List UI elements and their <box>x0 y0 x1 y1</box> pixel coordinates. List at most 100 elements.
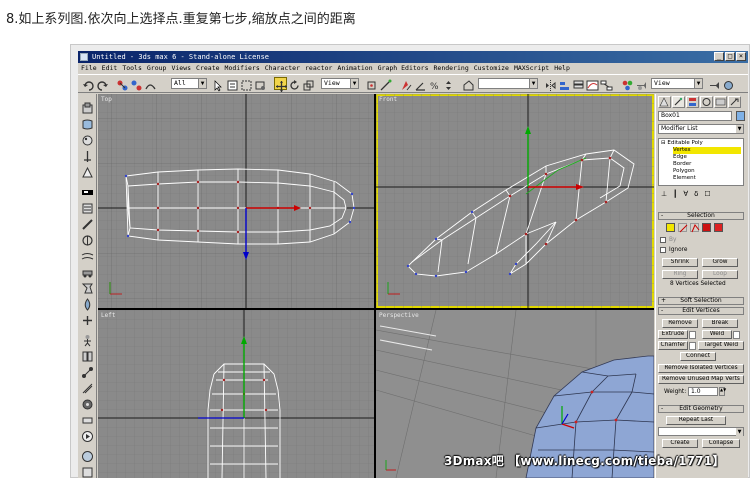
target-weld-button[interactable]: Target Weld <box>698 341 744 350</box>
toy-car-icon[interactable] <box>81 264 94 278</box>
display-tab-icon[interactable] <box>714 96 727 108</box>
snaps-toggle-icon[interactable] <box>400 77 413 91</box>
deforming-mesh-icon[interactable] <box>81 164 94 178</box>
spring-icon[interactable] <box>81 200 94 214</box>
pin-stack-icon[interactable]: ⊥ <box>661 190 667 202</box>
window-crossing-icon[interactable] <box>254 77 267 90</box>
rigid-body-collection-icon[interactable] <box>81 100 94 114</box>
percent-snap-icon[interactable]: % <box>428 77 441 92</box>
select-by-name-icon[interactable] <box>226 77 239 91</box>
utilities-tab-icon[interactable] <box>728 96 741 108</box>
create-tab-icon[interactable] <box>658 96 671 108</box>
modify-tab-icon[interactable] <box>672 96 685 108</box>
shrink-button[interactable]: Shrink <box>662 258 698 267</box>
schematic-view-icon[interactable] <box>600 77 613 91</box>
car-wheel-icon[interactable] <box>81 396 94 410</box>
extrude-settings-icon[interactable] <box>689 331 696 339</box>
viewport-top[interactable]: Top <box>98 94 374 308</box>
close-button[interactable]: × <box>736 52 746 61</box>
spinner-snap-icon[interactable] <box>442 77 455 90</box>
named-selection-icon[interactable] <box>462 77 475 91</box>
hierarchy-tab-icon[interactable] <box>686 96 699 108</box>
fixed-joint-icon[interactable] <box>81 412 94 425</box>
ring-button[interactable]: Ring <box>662 270 698 279</box>
by-vertex-checkbox[interactable] <box>660 237 666 243</box>
menu-tools[interactable]: Tools <box>122 63 142 74</box>
render-scene-icon[interactable] <box>635 77 648 90</box>
edit-geometry-rollout-header[interactable]: - Edit Geometry <box>658 405 744 413</box>
edit-vertices-rollout-header[interactable]: - Edit Vertices <box>658 307 744 315</box>
minimize-button[interactable]: _ <box>714 52 724 61</box>
menu-graph-editors[interactable]: Graph Editors <box>378 63 429 74</box>
chamfer-button[interactable]: Chamfer <box>658 341 688 350</box>
constraint-solver-icon[interactable] <box>81 312 94 325</box>
soft-selection-rollout-header[interactable]: + Soft Selection <box>658 297 744 305</box>
remove-unused-map-verts-button[interactable]: Remove Unused Map Verts <box>658 375 744 384</box>
menu-views[interactable]: Views <box>171 63 191 74</box>
configure-sets-icon[interactable]: ☐ <box>704 190 710 202</box>
pivot-center-icon[interactable] <box>365 77 378 90</box>
stack-item-edge[interactable]: Edge <box>673 154 687 161</box>
angle-snap-icon[interactable] <box>414 77 427 91</box>
scale-icon[interactable] <box>302 77 315 91</box>
preview-animation-icon[interactable] <box>81 428 94 442</box>
dashpot-icon[interactable] <box>81 216 94 230</box>
menu-edit[interactable]: Edit <box>102 63 118 74</box>
move-icon[interactable] <box>274 77 287 92</box>
prismatic-icon[interactable] <box>81 380 94 394</box>
repeat-last-button[interactable]: Repeat Last <box>666 416 726 425</box>
cloth-collection-icon[interactable] <box>81 116 94 130</box>
grow-button[interactable]: Grow <box>702 258 738 267</box>
named-selection-dropdown[interactable]: ▼ <box>478 78 538 89</box>
wind-icon[interactable] <box>81 248 94 261</box>
render-type-dropdown[interactable]: View ▼ <box>651 78 703 89</box>
redo-icon[interactable] <box>96 77 109 91</box>
soft-body-collection-icon[interactable] <box>81 132 94 146</box>
border-mode-icon[interactable] <box>690 223 700 233</box>
undo-icon[interactable] <box>82 77 95 91</box>
menu-reactor[interactable]: reactor <box>305 63 332 74</box>
create-animation-icon[interactable] <box>81 464 94 478</box>
menu-group[interactable]: Group <box>147 63 167 74</box>
connect-button[interactable]: Connect <box>680 352 716 361</box>
manipulate-icon[interactable] <box>379 77 392 91</box>
menu-rendering[interactable]: Rendering <box>434 63 469 74</box>
menu-help[interactable]: Help <box>554 63 570 74</box>
ignore-backfacing-checkbox[interactable] <box>660 247 666 253</box>
vertex-mode-icon[interactable] <box>666 223 675 232</box>
collapse-button[interactable]: Collapse <box>702 439 740 448</box>
object-color-swatch[interactable] <box>736 111 745 121</box>
remove-button[interactable]: Remove <box>662 319 698 328</box>
viewport-front[interactable]: Front <box>376 94 654 308</box>
menu-character[interactable]: Character <box>265 63 300 74</box>
remove-isolated-vertices-button[interactable]: Remove Isolated Vertices <box>658 364 744 373</box>
edge-mode-icon[interactable] <box>678 223 688 233</box>
menu-create[interactable]: Create <box>196 63 219 74</box>
maximize-button[interactable]: □ <box>725 52 735 61</box>
region-select-icon[interactable] <box>240 77 253 91</box>
point-to-point-icon[interactable] <box>81 364 94 378</box>
show-end-result-icon[interactable]: ┃ <box>673 190 677 202</box>
loop-button[interactable]: Loop <box>702 270 738 279</box>
stack-item-editable-poly[interactable]: ⊟ Editable Poly <box>661 140 703 147</box>
analyze-world-icon[interactable] <box>81 448 94 462</box>
plane-icon[interactable] <box>81 184 94 197</box>
active-shade-icon[interactable] <box>722 77 735 90</box>
stack-item-element[interactable]: Element <box>673 175 696 182</box>
object-name-field[interactable]: Box01 <box>658 111 732 121</box>
create-button[interactable]: Create <box>662 439 698 448</box>
reference-coord-dropdown[interactable]: View ▼ <box>321 78 359 89</box>
stack-item-polygon[interactable]: Polygon <box>673 168 695 175</box>
select-link-icon[interactable] <box>116 77 129 91</box>
viewport-left[interactable]: Left <box>98 310 374 478</box>
mirror-icon[interactable] <box>544 77 557 91</box>
hinge-icon[interactable] <box>81 348 94 362</box>
constraints-dropdown[interactable]: ▼ <box>658 427 744 436</box>
stack-item-vertex[interactable]: Vertex <box>673 147 741 154</box>
material-editor-icon[interactable] <box>621 77 634 91</box>
break-button[interactable]: Break <box>702 319 738 328</box>
unlink-icon[interactable] <box>130 77 143 91</box>
menu-modifiers[interactable]: Modifiers <box>225 63 260 74</box>
motion-tab-icon[interactable] <box>700 96 713 108</box>
chamfer-settings-icon[interactable] <box>689 342 696 350</box>
